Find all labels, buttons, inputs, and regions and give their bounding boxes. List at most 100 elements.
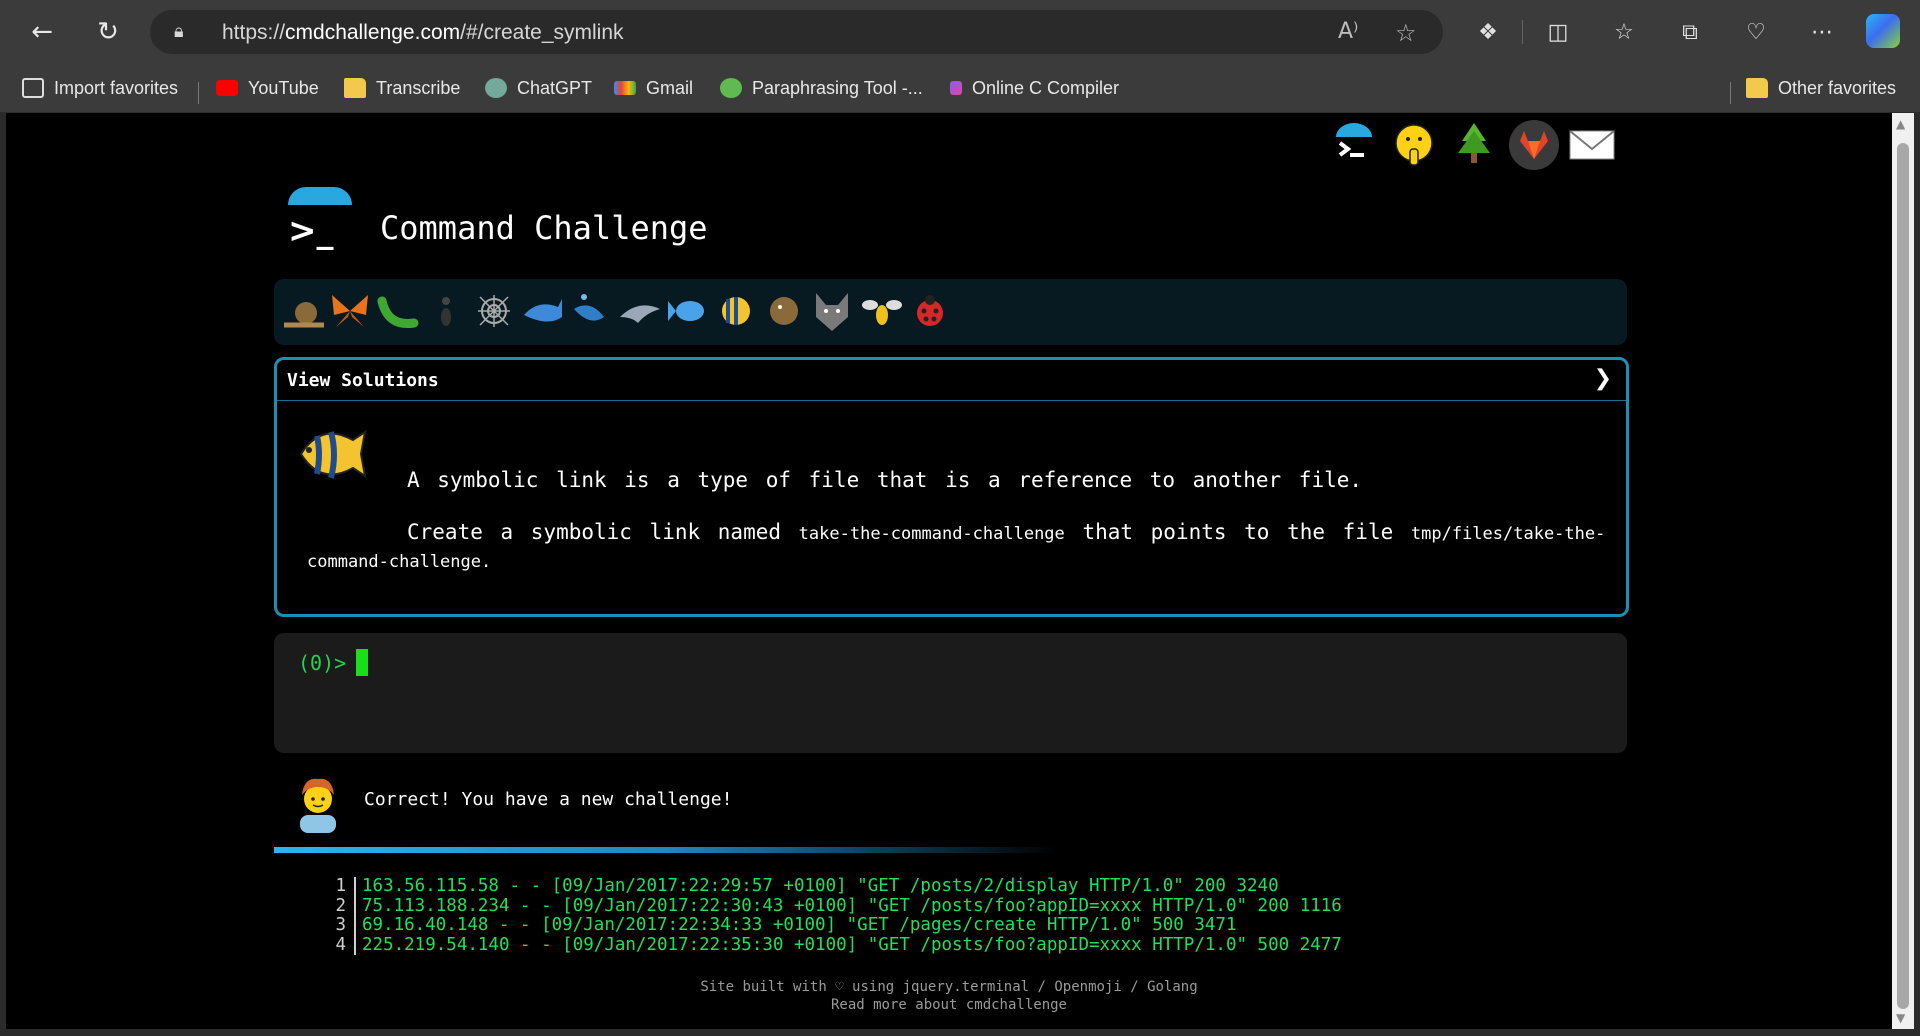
- scrollbar-thumb[interactable]: [1897, 143, 1909, 1009]
- browser-toolbar: ← ↻ 🔒︎ https://cmdchallenge.com/#/create…: [0, 0, 1920, 64]
- other-favorites-label: Other favorites: [1778, 77, 1897, 98]
- line-gutter: [354, 896, 356, 916]
- import-icon: [22, 78, 44, 98]
- scroll-up-icon[interactable]: ▲: [1896, 117, 1905, 131]
- bookmarks-divider: [1730, 82, 1731, 104]
- other-favorites-link[interactable]: Other favorites: [1746, 74, 1896, 102]
- refresh-icon[interactable]: ↻: [88, 12, 128, 52]
- terminal-prompt-icon: >_: [288, 211, 334, 251]
- terminal-cursor: [356, 649, 368, 676]
- bookmark-label: Gmail: [646, 77, 694, 98]
- challenge-panel: View Solutions ❯ A symbolic link is a ty…: [274, 357, 1629, 617]
- bookmark-transcribe[interactable]: Transcribe: [344, 74, 460, 102]
- tropical-fish-icon[interactable]: [712, 287, 760, 335]
- bookmark-gmail[interactable]: Gmail: [614, 74, 693, 102]
- task-text: that points to the file: [1082, 520, 1394, 544]
- person-avatar-icon: [300, 778, 336, 833]
- gitlab-icon[interactable]: [1508, 119, 1560, 171]
- page-scrollbar[interactable]: ▲ ▼: [1892, 113, 1914, 1029]
- chevron-right-icon[interactable]: ❯: [1594, 366, 1612, 391]
- bookmark-youtube[interactable]: YouTube: [216, 74, 319, 102]
- progress-bar: [274, 847, 1059, 853]
- view-solutions-label: View Solutions: [287, 370, 439, 391]
- ladybug-icon[interactable]: [906, 287, 954, 335]
- import-favorites-label: Import favorites: [54, 77, 179, 98]
- paraphrasing-tool-icon: [720, 78, 742, 98]
- footer-credits: Site built with ♡ using jquery.terminal …: [700, 979, 1198, 995]
- page-viewport: >_ Command Challenge View Solutions ❯ A …: [6, 113, 1892, 1029]
- target-path: tmp/files/take-the-: [1410, 524, 1606, 544]
- log-text: 163.56.115.58 - - [09/Jan/2017:22:29:57 …: [362, 876, 1279, 896]
- gmail-icon: [614, 81, 636, 95]
- caterpillar-icon[interactable]: [374, 287, 422, 335]
- bookmark-label: Paraphrasing Tool -...: [752, 77, 923, 98]
- line-gutter: [354, 877, 356, 897]
- bookmark-online-c-compiler[interactable]: Online C Compiler: [950, 74, 1119, 102]
- line-number: 2: [335, 895, 346, 916]
- email-icon[interactable]: [1566, 119, 1618, 171]
- import-favorites-link[interactable]: Import favorites: [22, 74, 178, 102]
- tropical-fish-icon: [299, 429, 367, 479]
- log-text: 69.16.40.148 - - [09/Jan/2017:22:34:33 +…: [362, 915, 1237, 935]
- back-icon[interactable]: ←: [22, 12, 62, 52]
- symlink-name: take-the-command-challenge: [798, 524, 1065, 544]
- wolf-icon[interactable]: [808, 287, 856, 335]
- bookmark-chatgpt[interactable]: ChatGPT: [485, 74, 592, 102]
- bookmark-label: ChatGPT: [517, 77, 593, 98]
- scroll-down-icon[interactable]: ▼: [1896, 1011, 1905, 1025]
- url-text[interactable]: https://cmdchallenge.com/#/create_symlin…: [222, 21, 624, 45]
- challenge-levels-bar: [274, 279, 1627, 345]
- task-text: Create a symbolic link named: [407, 520, 782, 544]
- spider-web-icon[interactable]: [470, 287, 518, 335]
- blowfish-icon[interactable]: [760, 287, 808, 335]
- collections-icon[interactable]: ⧉: [1672, 14, 1708, 50]
- dolphin-icon[interactable]: [616, 287, 664, 335]
- cmdchallenge-logo-icon[interactable]: [1328, 119, 1380, 171]
- challenge-description: A symbolic link is a type of file that i…: [407, 468, 1363, 492]
- shushing-face-icon[interactable]: [1388, 119, 1440, 171]
- favorite-star-icon[interactable]: ☆: [1395, 19, 1417, 47]
- log-text: 75.113.188.234 - - [09/Jan/2017:22:30:43…: [362, 895, 1342, 916]
- line-gutter: [354, 916, 356, 936]
- terminal-prompt: (0)>: [298, 651, 347, 675]
- line-number: 1: [335, 876, 346, 896]
- period: .: [481, 552, 492, 572]
- butterfly-icon[interactable]: [326, 287, 374, 335]
- bee-icon[interactable]: [858, 287, 906, 335]
- footer-about-link[interactable]: Read more about cmdchallenge: [6, 997, 1892, 1013]
- line-gutter: [354, 935, 356, 955]
- favorites-icon[interactable]: ☆: [1606, 14, 1642, 50]
- bookmark-paraphrasing-tool[interactable]: Paraphrasing Tool -...: [720, 74, 923, 102]
- browser-essentials-icon[interactable]: ♡: [1738, 14, 1774, 50]
- bookmark-label: Online C Compiler: [972, 77, 1120, 98]
- lock-icon[interactable]: 🔒︎: [174, 21, 184, 42]
- ant-icon[interactable]: [422, 287, 470, 335]
- folder-icon: [1746, 78, 1768, 98]
- split-screen-icon[interactable]: ◫: [1540, 14, 1576, 50]
- whale-icon[interactable]: [518, 287, 566, 335]
- view-solutions-toggle[interactable]: View Solutions ❯: [277, 360, 1626, 401]
- toolbar-divider: [1522, 20, 1523, 44]
- extensions-icon[interactable]: ❖: [1470, 14, 1506, 50]
- bookmarks-bar: Import favorites YouTube Transcribe Chat…: [0, 64, 1920, 113]
- success-message: Correct! You have a new challenge!: [364, 789, 733, 810]
- chatgpt-icon: [485, 78, 507, 98]
- spouting-whale-icon[interactable]: [566, 287, 614, 335]
- more-menu-icon[interactable]: ⋯: [1804, 14, 1840, 50]
- copilot-icon[interactable]: [1866, 14, 1900, 48]
- folder-icon: [344, 78, 366, 98]
- read-aloud-icon[interactable]: A⁾: [1338, 19, 1358, 44]
- address-bar[interactable]: 🔒︎ https://cmdchallenge.com/#/create_sym…: [150, 10, 1443, 54]
- bookmark-label: YouTube: [248, 77, 319, 98]
- bookmarks-divider: [198, 82, 199, 104]
- target-path: command-challenge: [307, 552, 481, 572]
- page-title: Command Challenge: [380, 209, 708, 247]
- challenge-task: Create a symbolic link named take-the-co…: [407, 520, 1605, 544]
- log-text: 225.219.54.140 - - [09/Jan/2017:22:35:30…: [362, 934, 1342, 955]
- bookmark-label: Transcribe: [376, 77, 461, 98]
- terminal-input[interactable]: (0)>: [274, 633, 1627, 753]
- fish-icon[interactable]: [664, 287, 712, 335]
- compiler-icon: [950, 81, 962, 95]
- tree-icon[interactable]: [1448, 119, 1500, 171]
- snail-icon[interactable]: [280, 287, 328, 335]
